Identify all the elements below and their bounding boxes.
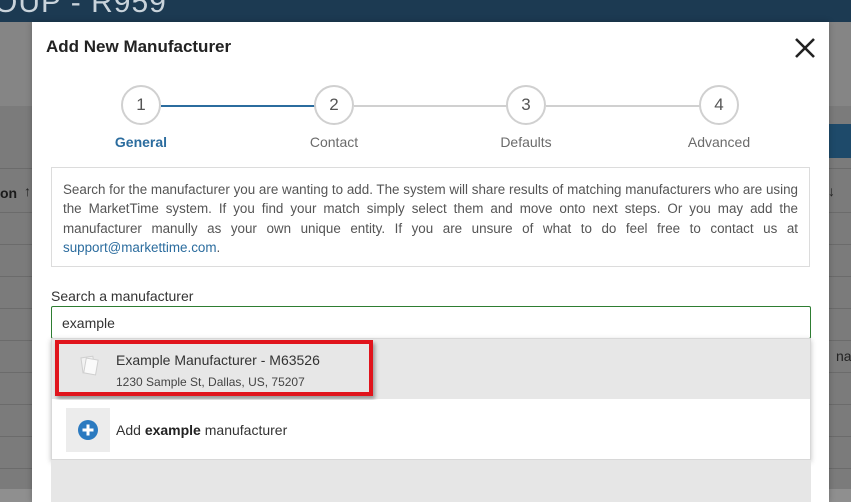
add-icon-container: [66, 408, 110, 452]
search-label: Search a manufacturer: [51, 288, 194, 304]
instructions-suffix: .: [216, 240, 221, 256]
step-4-circle[interactable]: 4: [699, 85, 739, 125]
add-manufacturer-modal: Add New Manufacturer 1 2 3 4 General Con…: [32, 22, 829, 502]
background-column-header: on: [0, 185, 18, 201]
add-manufacturer-label: Add example manufacturer: [116, 422, 288, 438]
step-4-label[interactable]: Advanced: [659, 134, 779, 150]
instructions-box: Search for the manufacturer you are want…: [51, 167, 810, 267]
step-1-circle[interactable]: 1: [121, 85, 161, 125]
sort-arrow-icon: ↑: [24, 183, 31, 199]
search-result-item[interactable]: Example Manufacturer - M63526 1230 Sampl…: [52, 339, 810, 399]
close-button[interactable]: [792, 36, 818, 60]
step-connector: [161, 105, 315, 107]
step-connector: [354, 105, 508, 107]
plus-circle-icon: [78, 420, 98, 440]
step-3-circle[interactable]: 3: [506, 85, 546, 125]
step-2-label[interactable]: Contact: [274, 134, 394, 150]
instructions-text: Search for the manufacturer you are want…: [63, 182, 798, 236]
background-title: OUP - R959: [0, 0, 167, 19]
manufacturer-search-input[interactable]: [51, 306, 811, 339]
sort-arrow-icon: ↓: [828, 183, 835, 199]
modal-title: Add New Manufacturer: [46, 37, 232, 56]
support-email-link[interactable]: support@markettime.com: [63, 240, 217, 255]
step-2-circle[interactable]: 2: [314, 85, 354, 125]
background-cell: na: [836, 348, 851, 364]
close-icon: [795, 38, 815, 58]
document-stack-icon: [66, 347, 110, 391]
add-search-term: example: [144, 422, 201, 438]
step-1-label[interactable]: General: [81, 134, 201, 150]
step-3-label[interactable]: Defaults: [466, 134, 586, 150]
search-results-dropdown: Example Manufacturer - M63526 1230 Sampl…: [51, 338, 811, 460]
modal-footer-area: [51, 460, 811, 502]
step-connector: [546, 105, 700, 107]
add-manufacturer-option[interactable]: Add example manufacturer: [52, 400, 810, 459]
background-header: OUP - R959: [0, 0, 851, 22]
result-address: 1230 Sample St, Dallas, US, 75207: [116, 375, 305, 389]
result-name: Example Manufacturer - M63526: [116, 352, 320, 368]
